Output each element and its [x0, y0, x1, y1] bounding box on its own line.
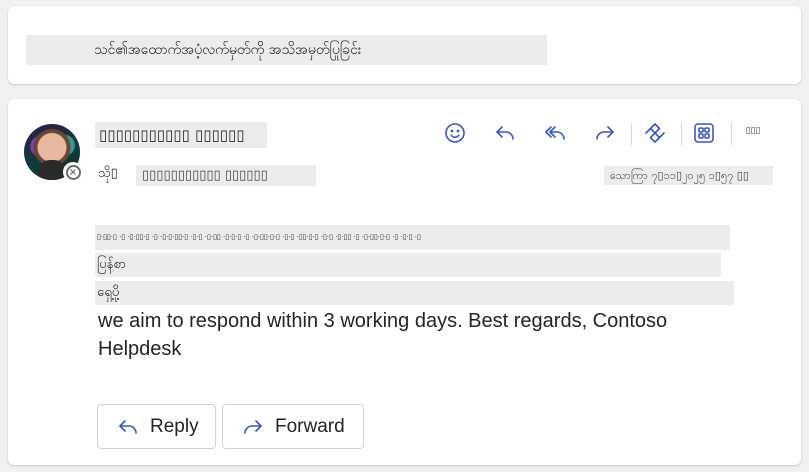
reply-button-label: Reply	[150, 415, 199, 437]
reply-button[interactable]: Reply	[97, 404, 216, 449]
reply-all-icon[interactable]	[539, 117, 571, 149]
subject-card: သင်၏အထောက်အပံ့လက်မှတ်ကို အသိအမှတ်ပြုခြင်…	[8, 6, 801, 84]
message-card: × ▯▯▯▯▯▯▯▯▯▯▯ ▯▯▯▯▯▯ ▯▯▯ သို▯ ▯▯▯▯▯▯▯▯▯▯…	[8, 99, 801, 465]
body-address-line: ရှေ့ပို့	[95, 281, 734, 305]
body-placeholder-line: ▯·▯▯·▯ ·▯ ·▯·▯▯·▯ ·▯ ·▯·▯·▯▯·▯ ·▯·▯ ·▯·▯…	[95, 225, 730, 250]
forward-icon	[244, 419, 262, 434]
body-reply-line: ပြန်စာ	[95, 253, 721, 277]
reply-icon	[119, 419, 137, 434]
toolbar-divider	[631, 123, 632, 145]
timestamp: သောကြာ ၇▯၁၁▯၂၀၂၅ ၁▯၅၇ ▯▯	[604, 166, 773, 185]
forward-icon[interactable]	[589, 117, 621, 149]
to-label: သို▯	[98, 166, 118, 181]
message-body-text: we aim to respond within 3 working days.…	[98, 310, 668, 360]
apps-grid-icon[interactable]	[688, 117, 720, 149]
forward-button[interactable]: Forward	[222, 404, 364, 449]
toolbar-divider	[681, 123, 682, 145]
email-subject: သင်၏အထောက်အပံ့လက်မှတ်ကို အသိအမှတ်ပြုခြင်…	[26, 35, 547, 65]
toolbar-divider	[731, 123, 732, 145]
sender-name[interactable]: ▯▯▯▯▯▯▯▯▯▯▯ ▯▯▯▯▯▯	[95, 122, 267, 148]
more-actions-button[interactable]: ▯▯▯	[741, 123, 765, 139]
reply-icon[interactable]	[489, 117, 521, 149]
react-emoji-icon[interactable]	[439, 117, 471, 149]
presence-offline-icon: ×	[63, 162, 83, 182]
forward-button-label: Forward	[275, 415, 345, 437]
loop-component-icon[interactable]	[639, 117, 671, 149]
recipient[interactable]: ▯▯▯▯▯▯▯▯▯▯▯ ▯▯▯▯▯▯	[136, 165, 316, 186]
